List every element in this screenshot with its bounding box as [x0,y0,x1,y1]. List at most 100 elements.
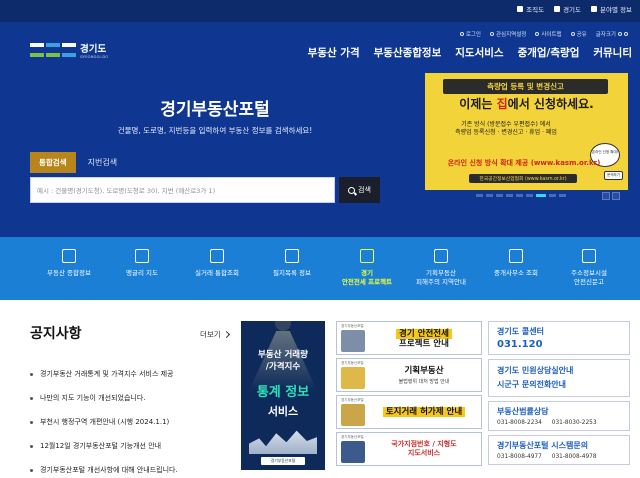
gyeonggi-link[interactable]: 경기도 [554,4,581,14]
system-inquiry-box[interactable]: 경기부동산포털 시스템문의 031-8008-4977 031-8008-4978 [488,435,630,465]
header-utility-nav: 로그인 관심지역설정 사이트맵 공유 글자크기 [459,30,628,38]
org-chart-link[interactable]: 조직도 [517,4,544,14]
share-icon [570,32,575,36]
quick-parcel-list[interactable]: 필지목록 정보 [257,249,327,278]
slider-dot[interactable] [486,194,493,197]
slider-dot[interactable] [526,194,533,197]
quick-planned-real-estate[interactable]: 기획부동산 피해주의 지역안내 [406,249,476,287]
promo-line1: 부동산 거래량/가격지수 [258,350,308,372]
list-icon [285,249,299,263]
slider-dot[interactable] [496,194,503,197]
chart-search-icon [210,249,224,263]
logo-subtitle: GYEONGGI-DO [80,55,109,59]
promo-footer: 경기부동산포털 [261,457,305,465]
login-link[interactable]: 로그인 [459,30,481,38]
banner-online-text: 온라인 신청 방식 확대 제공 (www.kasm.or.kr) [447,159,601,167]
map-pin-icon [341,441,365,463]
statistics-promo[interactable]: 부동산 거래량/가격지수 통계 정보 서비스 경기부동산포털 [241,321,325,470]
notice-item[interactable]: 12월12일 경기부동산포털 기능개선 안내 [30,434,235,458]
banner-controls [602,192,620,200]
top-utility-bar: 조직도 경기도 분야별 정보 [0,0,640,22]
plus-icon[interactable] [618,32,622,36]
logo-mark-icon [30,43,76,57]
banner-footer: 한국공간정보산업협회 (www.kasm.or.kr) [469,174,577,183]
nav-real-estate-price[interactable]: 부동산 가격 [308,45,360,60]
card-national-point[interactable]: 경기부동산포털 국가지점번호 / 지형도 지도서비스 [336,432,482,466]
map-doc-icon [135,249,149,263]
slider-dot[interactable] [516,194,523,197]
font-size-control[interactable]: 글자크기 [596,30,628,38]
search-tabs: 통합검색 지번검색 [30,152,117,173]
pin-icon [490,32,494,36]
nav-brokerage[interactable]: 중개업/측량업 [518,45,580,60]
search-input[interactable] [31,179,334,203]
document-icon [341,404,365,426]
page-subtitle: 건물명, 도로명, 지번등을 입력하여 부동산 정보를 검색하세요! [117,126,313,135]
search-box [30,177,335,203]
notice-title: 공지사항 [30,326,82,342]
slider-dot[interactable] [476,194,483,197]
card-safe-lease[interactable]: 경기부동산포털 경기 안전전세 프로젝트 안내 [336,321,482,355]
promo-banner[interactable]: 측량업 등록 및 변경신고 이제는 집에서 신청하세요. 기존 방식 (방문접수… [425,73,628,190]
call-center-box[interactable]: 경기도 콜센터 031.120 [488,321,630,355]
pause-icon[interactable] [602,192,610,200]
logo-name: 경기도 [80,44,107,55]
nav-real-estate-info[interactable]: 부동산종합정보 [374,45,442,60]
notice-item[interactable]: 경기부동산 거래통계 및 가격지수 서비스 제공 [30,362,235,386]
quick-real-estate-info[interactable]: 부동산 종합정보 [34,249,104,278]
notice-item[interactable]: 경기부동산포털 개선사항에 대해 안내드립니다. [30,458,235,478]
signpost-icon [582,249,596,263]
warning-map-icon [434,249,448,263]
nav-map-service[interactable]: 지도서비스 [455,45,503,60]
sitemap-link[interactable]: 사이트맵 [535,30,562,38]
org-chart-icon [517,6,524,12]
share-link[interactable]: 공유 [570,30,587,38]
banner-headline: 측량업 등록 및 변경신고 [443,79,608,94]
lamp-icon [275,321,291,331]
promo-line3: 서비스 [267,405,299,418]
site-logo[interactable]: 경기도 GYEONGGI-DO [30,41,108,59]
quick-safe-lease[interactable]: 경기 안전전세 프로젝트 [332,249,402,287]
office-icon [509,249,523,263]
favorite-region-link[interactable]: 관심지역설정 [490,30,526,38]
civil-service-box: 경기도 민원상담실안내 시군구 문의전화안내 [488,359,630,397]
legal-consult-box[interactable]: 부동산범률상담 031-8008-2234 031-8030-2253 [488,401,630,431]
slider-dot-active[interactable] [536,194,546,197]
safe-building-icon [360,249,374,263]
quick-transaction[interactable]: 실거래 통합조회 [182,249,252,278]
banner-detail: 기존 방식 (방문접수 우편접수) 에서 측량업 등록신청 · 변경신고 · 휴업… [455,121,557,136]
main-nav: 부동산 가격 부동산종합정보 지도서비스 중개업/측량업 커뮤니티 [308,45,632,60]
quick-broker-office[interactable]: 중개사무소 조회 [481,249,551,278]
quick-address-facility[interactable]: 주소정보시설 안전신문고 [554,249,624,287]
building-icon [341,330,365,352]
card-land-permit[interactable]: 경기부동산포털 토지거래 허가제 안내 [336,395,482,429]
city-illustration [249,430,317,454]
notice-list: 경기부동산 거래통계 및 가격지수 서비스 제공 나만의 지도 기능이 개선되었… [30,362,235,478]
house-icon [62,249,76,263]
minus-icon[interactable] [624,32,628,36]
tab-lot-search[interactable]: 지번검색 [88,157,117,168]
civil-consult-link[interactable]: 경기도 민원상담실안내 [497,364,621,378]
nav-community[interactable]: 커뮤니티 [593,45,632,60]
slider-dot[interactable] [559,194,566,197]
notice-item[interactable]: 부천시 행정구역 개편안내 (시행 2024.1.1) [30,410,235,434]
promo-line2: 통계 정보 [256,385,310,400]
search-icon [348,186,356,194]
login-icon [459,32,464,36]
search-button[interactable]: 검색 [339,177,380,203]
chevron-right-icon [222,330,230,339]
notice-more-link[interactable]: 더보기 [200,329,230,340]
grid-icon [591,6,598,12]
district-phone-link[interactable]: 시군구 문의전화안내 [497,378,621,392]
quick-menu: 부동산 종합정보 맹글리 지도 실거래 통합조회 필지목록 정보 경기 안전전세… [0,237,640,300]
quick-map[interactable]: 맹글리 지도 [107,249,177,278]
tab-integrated-search[interactable]: 통합검색 [30,152,76,173]
notice-item[interactable]: 나만의 지도 기능이 개선되었습니다. [30,386,235,410]
next-icon[interactable] [612,192,620,200]
slider-dot[interactable] [549,194,556,197]
slider-dot[interactable] [506,194,513,197]
banner-main-text: 이제는 집에서 신청하세요. [459,97,594,111]
category-info-link[interactable]: 분야별 정보 [591,4,632,14]
card-planned-real-estate[interactable]: 경기부동산포털 기획부동산 불법행위 대처 방법 안내 [336,358,482,392]
gyeonggi-icon [554,6,561,12]
